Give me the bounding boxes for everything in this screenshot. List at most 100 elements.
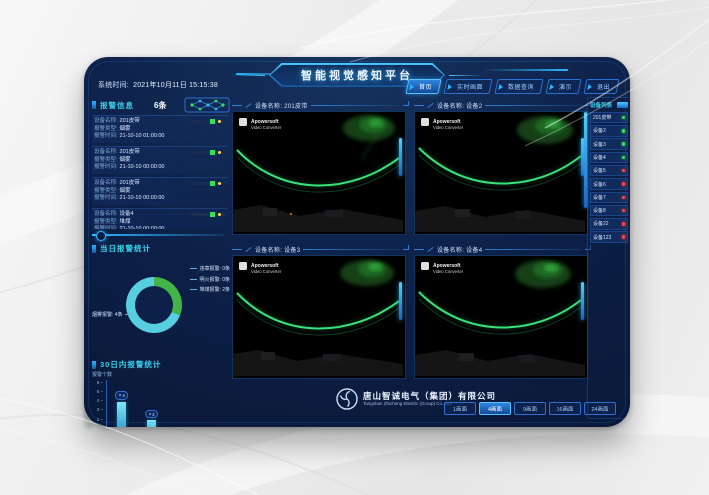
device-status-dot (622, 142, 626, 146)
video-scroll-accent[interactable] (399, 138, 402, 176)
screen-layout-buttons: 1画面 4画面 9画面 16画面 24画面 (444, 402, 616, 415)
layout-button[interactable]: 1画面 (444, 402, 476, 415)
bar-value-badge: 4 (115, 391, 128, 400)
alarm-level-slider[interactable] (191, 182, 225, 185)
alarm-header: 报警信息 6条 (92, 97, 230, 113)
device-row[interactable]: 设备22 (590, 218, 628, 230)
video-scroll-accent[interactable] (581, 282, 584, 320)
company-logo-icon (336, 388, 358, 410)
device-row-name: 设备8 (593, 207, 606, 214)
device-status-dot (622, 222, 626, 226)
layout-button[interactable]: 4画面 (479, 402, 511, 415)
device-row[interactable]: 设备6 (590, 178, 628, 190)
device-status-dot (622, 169, 626, 173)
watermark-line2: Video Converter (251, 269, 282, 274)
slider-green-mark (210, 181, 215, 186)
alarm-level-slider[interactable] (191, 213, 225, 216)
bar-value-badge: 2 (145, 410, 158, 419)
alarm-panel-title: 报警信息 (92, 100, 134, 111)
device-row-name: 设备7 (593, 194, 606, 201)
nav-button[interactable]: 退出 (583, 79, 619, 94)
device-status-dot (622, 156, 626, 160)
nav-button[interactable]: 数据查询 (494, 79, 543, 94)
video-panel-3[interactable]: 设备名称: 设备3 Apowersoft Video Converter (232, 243, 409, 379)
nav-button[interactable]: 演示 (545, 79, 581, 94)
device-row[interactable]: 设备8 (590, 205, 628, 217)
bar-chart-y-axis: 6 –5 –4 –3 –2 –1 –0 – (92, 380, 103, 427)
alarm-card[interactable]: 设备名称:201皮带 报警类型:烟雾 报警时间:21-10-10 01:00:0… (92, 115, 228, 143)
layout-button-label: 9画面 (523, 405, 537, 413)
device-row[interactable]: 设备2 (590, 125, 628, 137)
device-row[interactable]: 设备7 (590, 192, 628, 204)
alarm-card[interactable]: 设备名称:201皮带 报警类型:烟雾 报警时间:21-10-10 00:00:0… (92, 146, 228, 174)
nav-button-label: 首页 (419, 82, 432, 91)
alarm-sidebar: 报警信息 6条 设备名称:201皮带 报警类型:烟雾 报警时间:21-10-10… (92, 97, 230, 413)
device-status-dot (622, 196, 626, 200)
alarm-donut-chart (126, 277, 182, 333)
legend-entry: 堆煤报警: 2条 (190, 286, 230, 293)
video-panel-1[interactable]: 设备名称: 201皮带 Apowersoft Video Converter (232, 99, 409, 235)
device-row-name: 设备2 (593, 127, 606, 134)
alarm-time-value: 21-10-10 01:00:00 (120, 133, 165, 139)
device-row-name: 设备123 (593, 234, 611, 241)
device-list-title: 设备列表 (590, 101, 612, 109)
slider-warn-mark (218, 213, 221, 216)
alarm-level-slider[interactable] (191, 151, 225, 154)
alarm-card[interactable]: 设备名称:201皮带 报警类型:烟雾 报警时间:21-10-10 00:00:0… (92, 177, 228, 205)
alarm-type-value: 堆煤 (120, 219, 131, 225)
alarm-type-label: 报警类型: (94, 219, 118, 225)
device-list-toggle-button[interactable] (617, 102, 628, 108)
video-content: Apowersoft Video Converter (415, 256, 585, 376)
nav-button[interactable]: 实时画面 (443, 79, 492, 94)
alarm-type-label: 报警类型: (94, 126, 118, 132)
layout-button[interactable]: 9画面 (514, 402, 546, 415)
layout-button[interactable]: 24画面 (584, 402, 616, 415)
bar (147, 420, 156, 427)
video-feed[interactable]: Apowersoft Video Converter (232, 255, 406, 379)
device-row[interactable]: 设备5 (590, 165, 628, 177)
today-stats-title: 当日报警统计 (92, 243, 151, 254)
alarm-time-value: 21-10-10 00:00:00 (120, 195, 165, 201)
donut-legend-right: 违章报警: 0条明火报警: 0条堆煤报警: 2条 (190, 265, 230, 293)
layout-button-label: 24画面 (591, 405, 608, 413)
alarm-card[interactable]: 设备名称:设备4 报警类型:堆煤 报警时间:21-10-10 00:00:00 (92, 208, 228, 229)
video-panel-4[interactable]: 设备名称: 设备4 Apowersoft Video Converter (414, 243, 591, 379)
device-status-dot (622, 235, 626, 239)
device-name-label: 设备名称: (94, 118, 118, 124)
monthly-bar-chart: 报警个数 6 –5 –4 –3 –2 –1 –0 – 4 2 0 0 (92, 371, 228, 427)
donut-legend-left: 烟雾报警: 4条 (92, 311, 132, 318)
device-row-name: 设备3 (593, 141, 606, 148)
device-status-dot (622, 129, 626, 133)
scrollbar-handle[interactable] (96, 231, 106, 241)
video-feed[interactable]: Apowersoft Video Converter (414, 255, 588, 379)
slider-warn-mark (218, 182, 221, 185)
video-feed[interactable]: Apowersoft Video Converter (414, 111, 588, 235)
device-name-label: 设备名称: (94, 211, 118, 217)
video-title: 设备名称: 201皮带 (255, 101, 308, 110)
device-name-value: 设备4 (120, 211, 134, 217)
device-row[interactable]: 201皮带 (590, 112, 628, 124)
nav-button-label: 演示 (559, 82, 572, 91)
video-feed[interactable]: Apowersoft Video Converter (232, 111, 406, 235)
alarm-time-value: 21-10-10 00:00:00 (120, 226, 165, 229)
layout-button-label: 16画面 (556, 405, 573, 413)
nav-button[interactable]: 首页 (405, 79, 441, 94)
device-row[interactable]: 设备3 (590, 138, 628, 150)
device-row[interactable]: 设备4 (590, 152, 628, 164)
device-status-dot (622, 209, 626, 213)
watermark-line2: Video Converter (433, 125, 464, 130)
watermark-line2: Video Converter (251, 125, 282, 130)
video-scroll-accent[interactable] (399, 282, 402, 320)
alarm-level-slider[interactable] (191, 120, 225, 123)
alarm-list-scrollbar[interactable] (92, 234, 224, 236)
device-name-value: 201皮带 (120, 118, 140, 124)
device-list-scrollbar[interactable] (584, 112, 587, 208)
video-content: Apowersoft Video Converter (233, 256, 403, 376)
layout-button-label: 4画面 (488, 405, 502, 413)
device-row[interactable]: 设备123 (590, 231, 628, 243)
monthly-stats-title: 30日内报警统计 (92, 359, 161, 370)
bar-chart-y-label: 报警个数 (92, 371, 112, 378)
layout-button[interactable]: 16画面 (549, 402, 581, 415)
video-panel-2[interactable]: 设备名称: 设备2 Apowersoft Video Converter (414, 99, 591, 235)
device-list-panel: 设备列表 201皮带 设备2 设备3 (587, 97, 630, 419)
